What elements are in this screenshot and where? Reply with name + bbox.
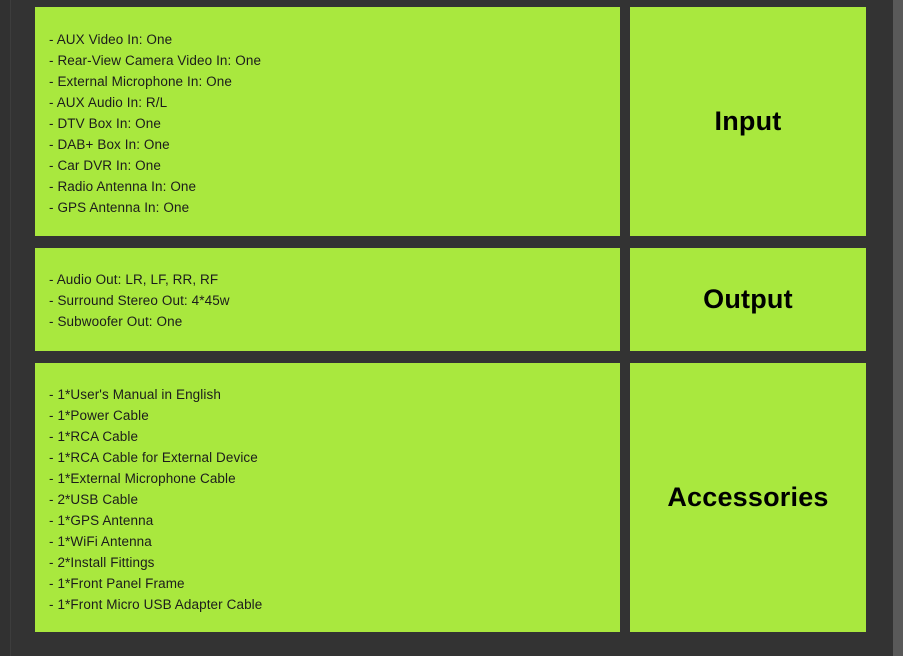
list-item: - 1*Front Micro USB Adapter Cable [49,597,263,612]
spec-row-input: - AUX Video In: One - Rear-View Camera V… [35,7,866,236]
input-items-panel: - AUX Video In: One - Rear-View Camera V… [35,7,620,236]
list-item: - Subwoofer Out: One [49,314,183,329]
list-item: - 1*Front Panel Frame [49,576,185,591]
section-title-accessories: Accessories [667,482,829,512]
output-items-panel: - Audio Out: LR, LF, RR, RF - Surround S… [35,248,620,351]
specification-grid: - AUX Video In: One - Rear-View Camera V… [35,7,866,632]
list-item: - External Microphone In: One [49,74,232,89]
list-item: - Audio Out: LR, LF, RR, RF [49,272,219,287]
right-edge-strip [893,0,903,656]
accessories-label-panel: Accessories [630,363,866,632]
accessories-items-list: - 1*User's Manual in English - 1*Power C… [35,363,620,615]
list-item: - 1*WiFi Antenna [49,534,152,549]
list-item: - DTV Box In: One [49,116,161,131]
section-title-output: Output [703,284,793,314]
list-item: - 1*User's Manual in English [49,387,221,402]
spec-row-accessories: - 1*User's Manual in English - 1*Power C… [35,363,866,632]
list-item: - Surround Stereo Out: 4*45w [49,293,230,308]
list-item: - Car DVR In: One [49,158,161,173]
spec-row-output: - Audio Out: LR, LF, RR, RF - Surround S… [35,248,866,351]
list-item: - 1*Power Cable [49,408,149,423]
input-items-list: - AUX Video In: One - Rear-View Camera V… [35,7,620,218]
accessories-items-panel: - 1*User's Manual in English - 1*Power C… [35,363,620,632]
input-label-panel: Input [630,7,866,236]
list-item: - 1*RCA Cable [49,429,139,444]
output-items-list: - Audio Out: LR, LF, RR, RF - Surround S… [35,248,620,332]
list-item: - 1*External Microphone Cable [49,471,236,486]
list-item: - Radio Antenna In: One [49,179,197,194]
list-item: - 2*Install Fittings [49,555,155,570]
list-item: - 1*GPS Antenna [49,513,154,528]
list-item: - 2*USB Cable [49,492,139,507]
output-label-panel: Output [630,248,866,351]
list-item: - DAB+ Box In: One [49,137,170,152]
left-gutter-strip [0,0,11,656]
list-item: - GPS Antenna In: One [49,200,190,215]
list-item: - AUX Audio In: R/L [49,95,168,110]
section-title-input: Input [714,106,782,136]
list-item: - 1*RCA Cable for External Device [49,450,258,465]
list-item: - Rear-View Camera Video In: One [49,53,262,68]
list-item: - AUX Video In: One [49,32,173,47]
